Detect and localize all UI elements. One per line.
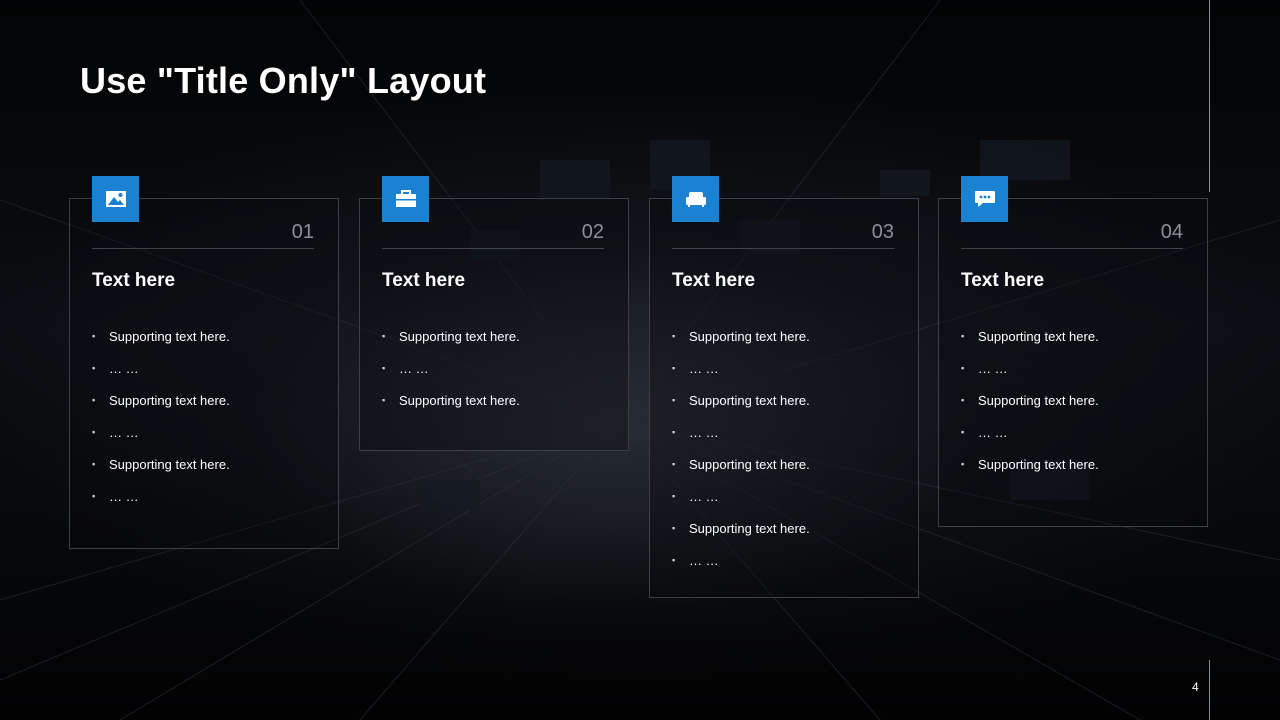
bullet-icon: ▪ [672,363,676,373]
bullet-icon: ▪ [382,363,386,373]
slide-title: Use "Title Only" Layout [80,60,487,101]
card-divider [92,248,314,249]
list-item: ▪ Supporting text here. [382,320,520,352]
list-item: ▪ … … [961,416,1099,448]
list-item-text: … … [109,360,139,376]
list-item: ▪ Supporting text here. [672,320,810,352]
bullet-icon: ▪ [382,395,386,405]
card-01: 01 Text here ▪ Supporting text here. ▪ … …… [69,176,339,549]
list-item: ▪ Supporting text here. [961,320,1099,352]
list-item-text: … … [109,488,139,504]
decorative-vertical-line-bottom [1209,660,1210,720]
list-item-text: … … [109,424,139,440]
list-item: ▪ … … [961,352,1099,384]
list-item-text: Supporting text here. [109,392,230,408]
image-icon [92,176,139,222]
list-item: ▪ Supporting text here. [672,448,810,480]
bullet-icon: ▪ [961,331,965,341]
bullet-icon: ▪ [382,331,386,341]
card-heading: Text here [92,270,176,291]
list-item: ▪ Supporting text here. [92,448,230,480]
list-item: ▪ … … [92,480,230,512]
card-heading: Text here [961,270,1045,291]
list-item-text: … … [978,360,1008,376]
bullet-icon: ▪ [672,427,676,437]
page-number: 4 [1192,680,1199,694]
bullet-icon: ▪ [672,459,676,469]
bullet-icon: ▪ [92,331,96,341]
card-list: ▪ Supporting text here. ▪ … … ▪ Supporting … [92,320,230,512]
list-item: ▪ … … [672,544,810,576]
bullet-icon: ▪ [92,395,96,405]
list-item-text: Supporting text here. [978,328,1099,344]
slide: Use "Title Only" Layout 01 Text here ▪ Su… [0,0,1280,720]
list-item-text: Supporting text here. [978,392,1099,408]
card-list: ▪ Supporting text here. ▪ … … ▪ Supporting … [672,320,810,576]
list-item: ▪ … … [382,352,520,384]
card-divider [382,248,604,249]
list-item: ▪ Supporting text here. [961,448,1099,480]
list-item-text: … … [689,552,719,568]
list-item-text: … … [689,424,719,440]
bullet-icon: ▪ [672,331,676,341]
card-number: 03 [871,221,894,243]
card-number: 02 [581,221,604,243]
list-item: ▪ Supporting text here. [92,384,230,416]
list-item-text: … … [978,424,1008,440]
list-item-text: Supporting text here. [978,456,1099,472]
bullet-icon: ▪ [672,491,676,501]
list-item-text: Supporting text here. [399,392,520,408]
list-item-text: … … [399,360,429,376]
bullet-icon: ▪ [961,395,965,405]
list-item-text: Supporting text here. [109,456,230,472]
decorative-vertical-line-top [1209,0,1210,192]
card-number: 04 [1160,221,1183,243]
card-number: 01 [291,221,314,243]
list-item: ▪ Supporting text here. [961,384,1099,416]
bullet-icon: ▪ [92,491,96,501]
card-divider [961,248,1183,249]
armchair-icon [672,176,719,222]
list-item-text: Supporting text here. [399,328,520,344]
bullet-icon: ▪ [672,555,676,565]
card-list: ▪ Supporting text here. ▪ … … ▪ Supporting … [382,320,520,416]
list-item: ▪ … … [672,480,810,512]
list-item-text: … … [689,488,719,504]
bullet-icon: ▪ [92,427,96,437]
card-02: 02 Text here ▪ Supporting text here. ▪ … …… [359,176,629,451]
card-04: 04 Text here ▪ Supporting text here. ▪ … …… [938,176,1208,527]
bullet-icon: ▪ [961,459,965,469]
list-item: ▪ Supporting text here. [672,384,810,416]
bullet-icon: ▪ [672,523,676,533]
list-item: ▪ … … [672,416,810,448]
list-item: ▪ … … [92,416,230,448]
bullet-icon: ▪ [92,459,96,469]
chat-bubble-icon [961,176,1008,222]
list-item: ▪ … … [672,352,810,384]
list-item: ▪ Supporting text here. [672,512,810,544]
bullet-icon: ▪ [961,427,965,437]
list-item-text: Supporting text here. [689,392,810,408]
card-03: 03 Text here ▪ Supporting text here. ▪ … …… [649,176,919,598]
card-heading: Text here [382,270,466,291]
list-item-text: Supporting text here. [689,456,810,472]
card-list: ▪ Supporting text here. ▪ … … ▪ Supporting … [961,320,1099,480]
bullet-icon: ▪ [92,363,96,373]
list-item-text: Supporting text here. [689,520,810,536]
list-item: ▪ Supporting text here. [382,384,520,416]
bullet-icon: ▪ [961,363,965,373]
list-item-text: Supporting text here. [689,328,810,344]
list-item: ▪ Supporting text here. [92,320,230,352]
card-divider [672,248,894,249]
list-item-text: Supporting text here. [109,328,230,344]
card-heading: Text here [672,270,756,291]
list-item-text: … … [689,360,719,376]
list-item: ▪ … … [92,352,230,384]
bullet-icon: ▪ [672,395,676,405]
briefcase-icon [382,176,429,222]
